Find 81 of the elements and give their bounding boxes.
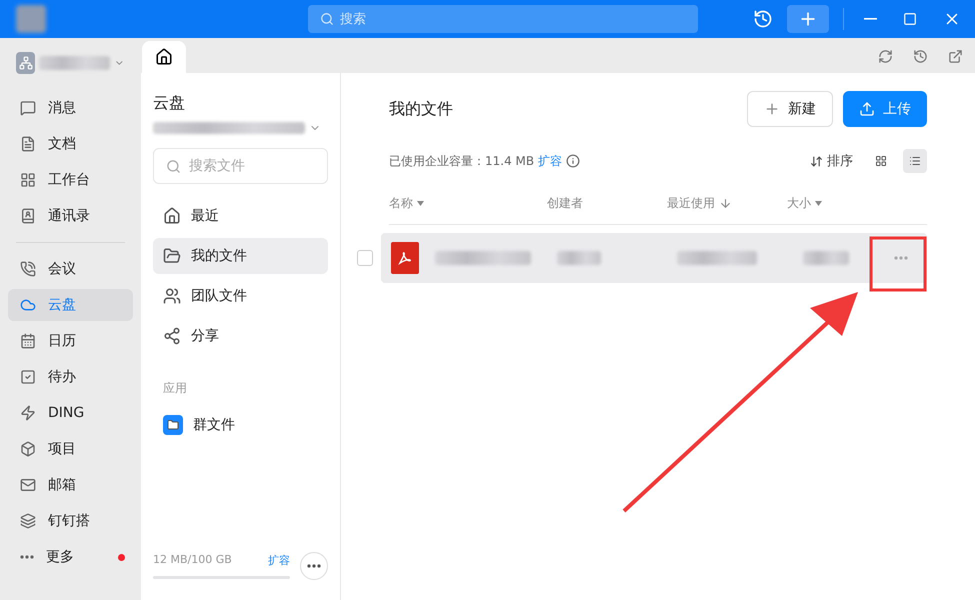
usage-text: 已使用企业容量：11.4 MB (389, 152, 534, 170)
column-header[interactable]: 名称 (389, 195, 547, 212)
cube-icon (20, 441, 36, 457)
org-icon[interactable] (16, 52, 36, 74)
sort-button[interactable]: 排序 (804, 151, 859, 171)
sort-down-icon (719, 197, 732, 210)
drive-item[interactable]: 团队文件 (153, 278, 328, 314)
nav-item[interactable]: 消息 (8, 92, 133, 124)
nav-item[interactable]: 通讯录 (8, 200, 133, 232)
nav-item[interactable]: 待办 (8, 361, 133, 393)
expand-link[interactable]: 扩容 (538, 152, 562, 170)
info-icon[interactable] (566, 154, 580, 168)
add-button[interactable] (787, 5, 829, 33)
grid-icon (875, 154, 887, 168)
more-icon (20, 555, 34, 559)
home-icon (155, 48, 173, 66)
grid-icon (20, 172, 36, 188)
folder-icon (163, 415, 183, 435)
drive-item[interactable]: 分享 (153, 318, 328, 354)
lightning-icon (20, 405, 36, 421)
section-heading: 应用 (162, 380, 188, 397)
caret-icon (417, 201, 424, 206)
nav-item[interactable]: 工作台 (8, 164, 133, 196)
row-checkbox[interactable] (357, 250, 373, 266)
more-icon (894, 256, 908, 260)
nav-item[interactable]: 更多 (8, 541, 133, 573)
nav-item[interactable]: 日历 (8, 325, 133, 357)
open-window-icon[interactable] (948, 49, 963, 64)
layers-icon (20, 513, 36, 529)
logo-placeholder (16, 5, 46, 33)
nav-item[interactable]: DING (8, 397, 133, 429)
nav-item[interactable]: 文档 (8, 128, 133, 160)
column-header[interactable]: 最近使用 (667, 195, 787, 212)
column-header[interactable]: 创建者 (547, 195, 667, 212)
drive-item[interactable]: 我的文件 (153, 238, 328, 274)
search-icon (166, 158, 181, 174)
blurred-name (39, 56, 110, 70)
caret-icon (815, 201, 822, 206)
message-icon (20, 100, 36, 116)
file-row[interactable] (381, 233, 927, 283)
sort-icon (810, 154, 823, 168)
calendar-icon (20, 333, 36, 349)
highlight-frame (870, 236, 926, 292)
share-icon (163, 327, 181, 345)
more-button[interactable] (300, 552, 328, 580)
blurred-creator (557, 251, 601, 265)
panel-title: 云盘 (153, 93, 186, 114)
page-title: 我的文件 (389, 98, 453, 120)
folder-icon (163, 247, 181, 265)
people-icon (163, 287, 181, 305)
nav-item[interactable]: 项目 (8, 433, 133, 465)
blurred-size (803, 251, 849, 265)
cloud-icon (20, 297, 36, 313)
drive-item[interactable]: 最近 (153, 198, 328, 234)
refresh-icon[interactable] (878, 49, 893, 64)
history-icon[interactable] (913, 49, 928, 64)
home-tab[interactable] (142, 41, 186, 73)
nav-item[interactable]: 会议 (8, 253, 133, 285)
storage-text: 12 MB/100 GB (153, 553, 232, 568)
nav-item[interactable]: 邮箱 (8, 469, 133, 501)
upload-button[interactable]: 上传 (843, 91, 927, 127)
home-icon (163, 207, 181, 225)
new-button[interactable]: 新建 (747, 91, 833, 127)
pdf-icon (391, 242, 419, 274)
search-icon (320, 12, 334, 26)
upload-icon (859, 101, 875, 117)
phone-icon (20, 261, 36, 277)
mail-icon (20, 477, 36, 493)
plus-icon (764, 101, 780, 117)
column-header[interactable]: 大小 (787, 195, 927, 212)
more-icon (307, 564, 321, 568)
expand-link[interactable]: 扩容 (268, 553, 290, 568)
nav-item[interactable]: 钉钉搭 (8, 505, 133, 537)
app-item[interactable]: 群文件 (153, 407, 328, 443)
contacts-icon (20, 208, 36, 224)
document-icon (20, 136, 36, 152)
checkbox-icon (20, 369, 36, 385)
list-view-button[interactable] (903, 149, 927, 173)
notification-dot (118, 554, 125, 560)
maximize-icon (903, 12, 917, 26)
minimize-icon (864, 18, 877, 20)
